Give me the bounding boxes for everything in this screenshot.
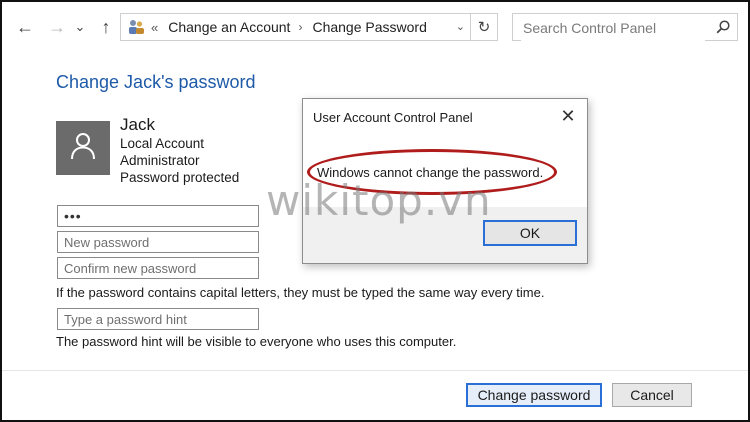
refresh-icon: ↻ — [477, 19, 491, 36]
account-type: Local Account — [120, 136, 205, 151]
search-icon[interactable] — [715, 19, 731, 35]
case-sensitivity-note: If the password contains capital letters… — [56, 285, 545, 300]
breadcrumb-change-account[interactable]: Change an Account — [168, 19, 290, 35]
user-icon — [70, 132, 96, 165]
search-box[interactable] — [512, 13, 738, 41]
control-panel-users-icon — [127, 18, 145, 36]
chevron-down-icon: ⌄ — [74, 19, 86, 34]
forward-button[interactable]: → — [46, 16, 68, 38]
close-icon: ✕ — [560, 105, 576, 126]
confirm-password-field[interactable] — [57, 257, 259, 279]
breadcrumb-separator-icon[interactable]: › — [298, 20, 302, 34]
back-arrow-icon: ← — [16, 16, 34, 37]
back-button[interactable]: ← — [14, 16, 36, 38]
footer-divider — [0, 370, 750, 371]
address-dropdown-icon[interactable]: ⌄ — [456, 20, 465, 33]
search-input[interactable] — [521, 15, 705, 41]
forward-arrow-icon: → — [48, 16, 66, 37]
up-button[interactable]: ↑ — [95, 16, 117, 38]
dialog-close-button[interactable]: ✕ — [557, 105, 579, 127]
account-protection: Password protected — [120, 170, 240, 185]
dialog-title: User Account Control Panel — [313, 110, 473, 125]
current-password-field[interactable] — [57, 205, 259, 227]
user-name: Jack — [120, 115, 155, 134]
ok-button[interactable]: OK — [483, 220, 577, 246]
new-password-field[interactable] — [57, 231, 259, 253]
overflow-icon[interactable]: « — [151, 20, 158, 35]
change-password-button[interactable]: Change password — [466, 383, 602, 407]
avatar — [56, 121, 110, 175]
up-arrow-icon: ↑ — [101, 16, 111, 37]
recent-locations-button[interactable]: ⌄ — [72, 16, 88, 38]
hint-visibility-note: The password hint will be visible to eve… — [56, 334, 457, 349]
account-role: Administrator — [120, 153, 200, 168]
cancel-button[interactable]: Cancel — [612, 383, 692, 407]
watermark-text: wikitop.vn — [266, 176, 492, 225]
page-title: Change Jack's password — [56, 72, 256, 92]
breadcrumb-change-password[interactable]: Change Password — [312, 19, 426, 35]
refresh-button[interactable]: ↻ — [470, 14, 497, 40]
password-hint-field[interactable] — [57, 308, 259, 330]
navigation-bar: ← → ⌄ ↑ « Change an Account › Change Pas… — [0, 0, 750, 56]
address-bar[interactable]: « Change an Account › Change Password ⌄ … — [120, 13, 498, 41]
